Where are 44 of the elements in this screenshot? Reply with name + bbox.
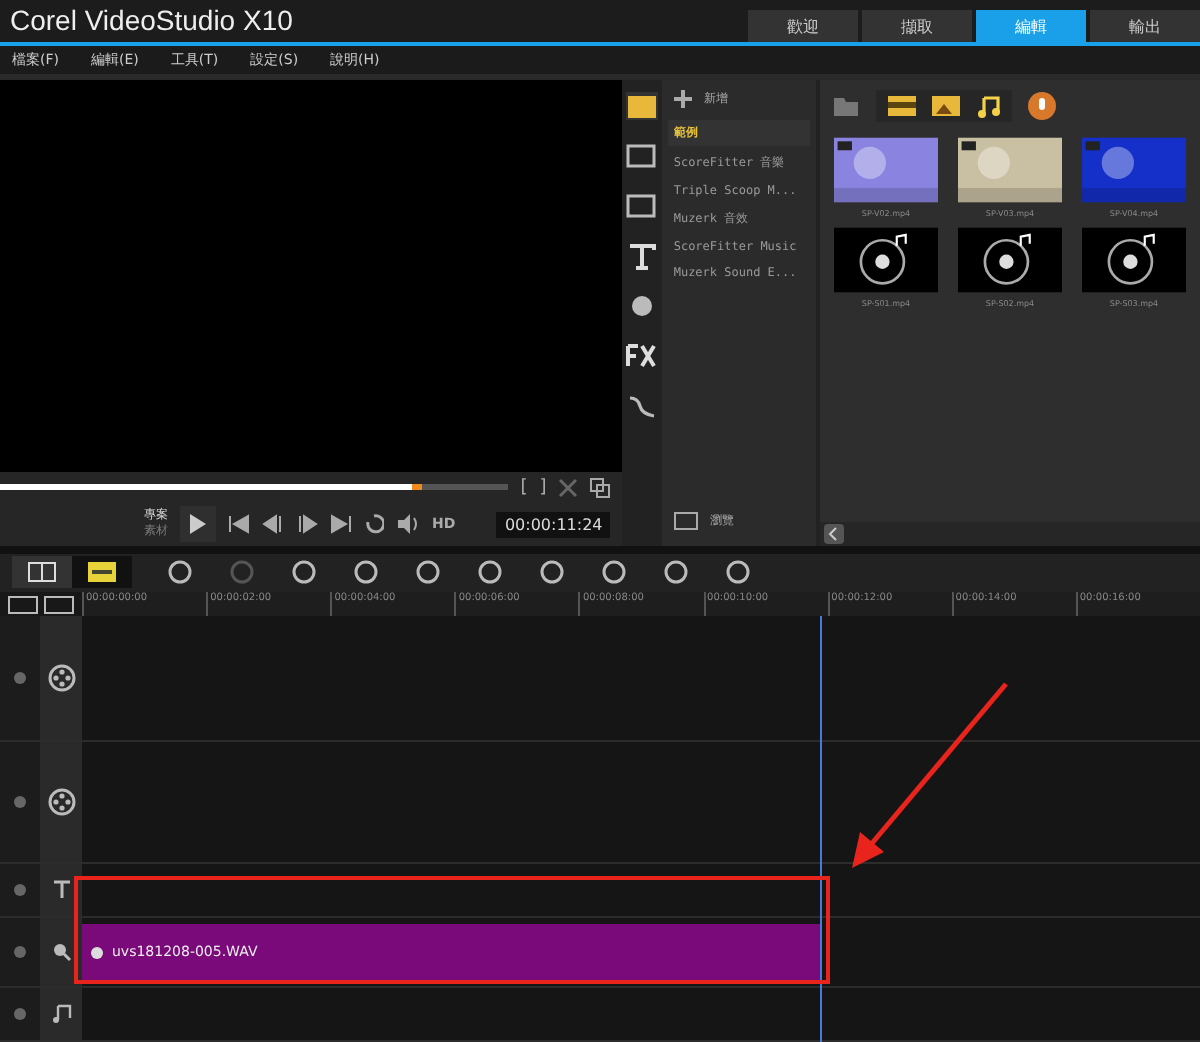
copy-icon[interactable] [590,477,611,498]
timeline-view-button[interactable] [12,556,72,589]
skip-start-icon[interactable] [228,514,250,535]
title-track-icon [51,880,71,901]
film-reel-icon [47,788,75,817]
photo-filter-icon[interactable] [932,95,960,116]
audio-thumbnail[interactable] [834,225,938,294]
film-reel-icon [47,664,75,693]
playhead-line[interactable] [819,616,822,1042]
timecode-field[interactable]: 00:00:11:24 [496,511,611,538]
mark-out-button[interactable]: ] [539,477,547,498]
audio-thumbnail[interactable] [1082,225,1186,294]
close-icon[interactable] [558,477,579,498]
workspace-tab[interactable]: 歡迎 [748,10,858,43]
repeat-icon[interactable] [364,514,384,535]
audio-thumbnail[interactable] [958,225,1062,294]
path-icon[interactable] [626,391,659,420]
filter-icon[interactable] [626,341,659,370]
title-icon[interactable] [626,241,659,270]
track-manager-icon[interactable] [7,595,75,614]
app-title: Corel VideoStudio X10 [8,4,293,41]
video-thumbnail[interactable] [1082,135,1186,204]
storyboard-icon [88,562,116,583]
play-icon [188,512,208,537]
collapse-icon[interactable] [824,523,844,544]
film-strip-icon [28,562,56,583]
music-note-icon[interactable] [976,93,1000,118]
clip-icon [90,945,104,960]
plus-icon [673,89,692,108]
media-icon[interactable] [626,91,659,120]
step-forward-icon[interactable] [296,514,318,535]
music-note-icon [51,1004,71,1025]
play-button[interactable] [180,506,216,543]
storyboard-view-button[interactable] [72,556,132,589]
scrubber-track[interactable] [0,484,509,491]
video-filter-icon[interactable] [888,95,916,116]
workspace-tab[interactable]: 輸出 [1090,10,1200,43]
workspace-tab[interactable]: 擷取 [862,10,972,43]
skip-end-icon[interactable] [330,514,352,535]
video-thumbnail[interactable] [958,135,1062,204]
video-thumbnail[interactable] [834,135,938,204]
volume-icon[interactable] [396,514,420,535]
step-back-icon[interactable] [262,514,284,535]
mark-in-button[interactable]: [ [520,477,528,498]
